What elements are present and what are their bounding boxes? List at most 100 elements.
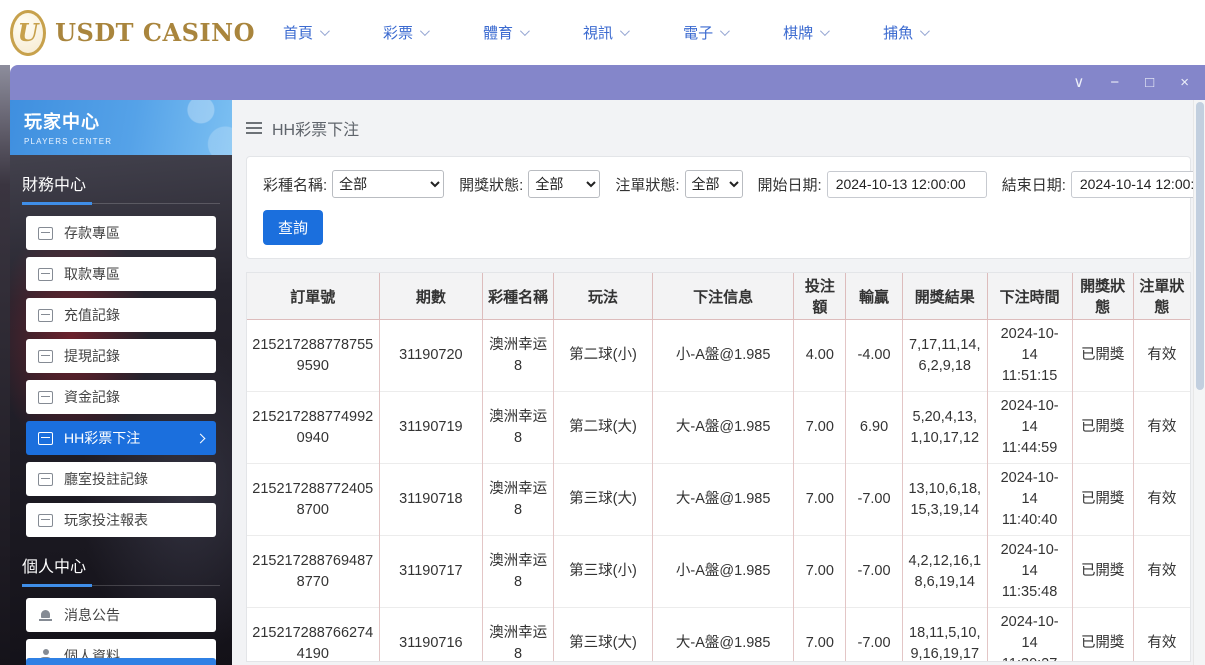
main-content: HH彩票下注 彩種名稱: 全部 開獎狀態: 全部 注單狀態: 全部 (232, 100, 1205, 665)
table-cell: 2152172887662744190 (247, 608, 379, 662)
nav-item-label: 首頁 (283, 22, 313, 43)
nav-item-3[interactable]: 視訊 (583, 22, 627, 43)
logo-monogram: U (18, 18, 39, 47)
sidebar-item[interactable]: 充值記錄 (26, 298, 216, 332)
table-row: 215217288774992094031190719澳洲幸运8第二球(大)大-… (247, 392, 1190, 464)
menu-icon[interactable] (246, 122, 262, 134)
table-cell: 小-A盤@1.985 (652, 320, 793, 392)
bets-table: 訂單號期數彩種名稱玩法下注信息投注額輸贏開獎結果下注時間開獎狀態注單狀態 215… (247, 273, 1190, 662)
chevron-down-icon (520, 26, 530, 36)
withdraw-icon (38, 268, 53, 281)
table-cell: 7.00 (794, 608, 846, 662)
sidebar-item[interactable]: 玩家投注報表 (26, 503, 216, 537)
chevron-down-icon (720, 26, 730, 36)
chevron-down-icon (620, 26, 630, 36)
sidebar-item-label: 資金記錄 (64, 387, 120, 407)
chevron-down-icon (320, 26, 330, 36)
scrollbar[interactable] (1193, 100, 1205, 665)
table-cell: 31190716 (379, 608, 483, 662)
table-cell: 7.00 (794, 464, 846, 536)
column-header: 下注信息 (652, 273, 793, 320)
nav-item-4[interactable]: 電子 (683, 22, 727, 43)
table-cell: 2152172887694878770 (247, 536, 379, 608)
table-cell: 31190719 (379, 392, 483, 464)
sidebar-item[interactable]: 廳室投註記錄 (26, 462, 216, 496)
table-cell: 澳洲幸运8 (483, 392, 554, 464)
table-cell: 澳洲幸运8 (483, 320, 554, 392)
lottery-bet-icon (38, 432, 53, 445)
sidebar-item[interactable]: HH彩票下注 (26, 421, 216, 455)
logo[interactable]: U USDT CASINO (10, 10, 255, 56)
collapse-icon[interactable]: ∨ (1073, 75, 1084, 90)
sidebar-item[interactable]: 存款專區 (26, 216, 216, 250)
table-cell: 2024-10-14 11:35:48 (987, 536, 1072, 608)
table-cell: 2152172887749920940 (247, 392, 379, 464)
lottery-name-label: 彩種名稱: (263, 174, 327, 195)
order-status-select[interactable]: 全部 (685, 170, 743, 198)
table-row: 215217288772405870031190718澳洲幸运8第三球(大)大-… (247, 464, 1190, 536)
table-cell: 大-A盤@1.985 (652, 392, 793, 464)
table-cell: 31190717 (379, 536, 483, 608)
scrollbar-thumb[interactable] (1196, 102, 1204, 390)
nav-item-6[interactable]: 捕魚 (883, 22, 927, 43)
nav-item-1[interactable]: 彩票 (383, 22, 427, 43)
end-date-input[interactable] (1071, 171, 1205, 198)
table-cell: 31190718 (379, 464, 483, 536)
table-cell: 已開獎 (1072, 392, 1133, 464)
table-cell: 有效 (1133, 320, 1190, 392)
table-cell: 已開獎 (1072, 536, 1133, 608)
table-cell: 7.00 (794, 536, 846, 608)
sidebar-item-label: 廳室投註記錄 (64, 469, 148, 489)
chevron-down-icon (820, 26, 830, 36)
table-cell: 有效 (1133, 464, 1190, 536)
sidebar-item[interactable]: 消息公告 (26, 598, 216, 632)
table-cell: -7.00 (846, 536, 903, 608)
bet-report-icon (38, 514, 53, 527)
table-cell: 13,10,6,18,15,3,19,14 (902, 464, 987, 536)
sidebar-section-label: 財務中心 (22, 171, 220, 204)
start-date-input[interactable] (827, 171, 987, 198)
window-body: 玩家中心 PLAYERS CENTER 財務中心存款專區取款專區充值記錄提現記錄… (10, 100, 1205, 665)
column-header: 玩法 (553, 273, 652, 320)
search-button[interactable]: 查詢 (263, 210, 323, 245)
chevron-down-icon (920, 26, 930, 36)
recharge-record-icon (38, 309, 53, 322)
announcement-icon (38, 609, 53, 622)
table-cell: 2024-10-14 11:51:15 (987, 320, 1072, 392)
column-header: 開獎狀態 (1072, 273, 1133, 320)
nav-item-label: 視訊 (583, 22, 613, 43)
column-header: 訂單號 (247, 273, 379, 320)
table-cell: 7,17,11,14,6,2,9,18 (902, 320, 987, 392)
room-bet-record-icon (38, 473, 53, 486)
nav-item-0[interactable]: 首頁 (283, 22, 327, 43)
maximize-icon[interactable]: □ (1145, 75, 1154, 90)
sidebar-section-label: 個人中心 (22, 553, 220, 586)
filter-panel: 彩種名稱: 全部 開獎狀態: 全部 注單狀態: 全部 開始日期: (246, 156, 1191, 259)
lottery-name-select[interactable]: 全部 (332, 170, 444, 198)
sidebar-item[interactable]: 取款專區 (26, 257, 216, 291)
nav-item-label: 體育 (483, 22, 513, 43)
sidebar-item-label: 充值記錄 (64, 305, 120, 325)
main-nav: 首頁 彩票 體育 視訊 電子 棋牌 捕魚 (283, 22, 983, 43)
draw-status-select[interactable]: 全部 (528, 170, 600, 198)
player-center-subtitle: PLAYERS CENTER (24, 137, 218, 146)
deposit-icon (38, 227, 53, 240)
close-icon[interactable]: × (1180, 75, 1189, 90)
column-header: 投注額 (794, 273, 846, 320)
order-status-label: 注單狀態: (615, 174, 679, 195)
nav-item-label: 棋牌 (783, 22, 813, 43)
table-cell: 第三球(小) (553, 536, 652, 608)
sidebar-item-partial[interactable] (26, 658, 216, 665)
start-date-label: 開始日期: (758, 174, 822, 195)
table-cell: 已開獎 (1072, 320, 1133, 392)
nav-item-5[interactable]: 棋牌 (783, 22, 827, 43)
sidebar-item[interactable]: 資金記錄 (26, 380, 216, 414)
minimize-icon[interactable]: − (1110, 75, 1119, 90)
table-cell: 第二球(大) (553, 392, 652, 464)
nav-item-2[interactable]: 體育 (483, 22, 527, 43)
window-titlebar[interactable]: ∨ − □ × (10, 65, 1205, 100)
sidebar-item[interactable]: 提現記錄 (26, 339, 216, 373)
table-cell: 大-A盤@1.985 (652, 608, 793, 662)
table-cell: 2152172887724058700 (247, 464, 379, 536)
table-cell: -4.00 (846, 320, 903, 392)
